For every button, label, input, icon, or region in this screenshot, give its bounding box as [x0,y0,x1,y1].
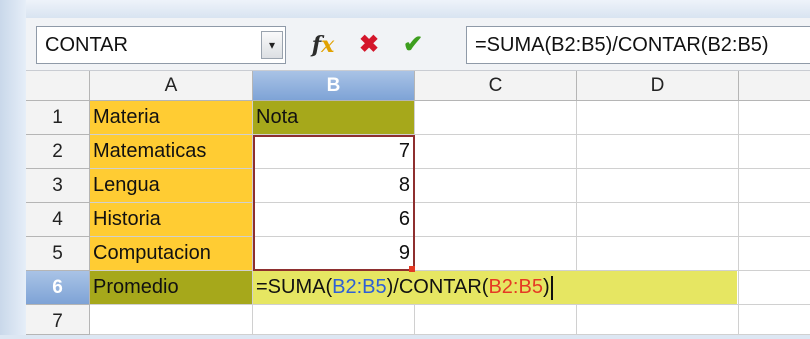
cell-d1[interactable] [577,101,739,135]
row-header-4[interactable]: 4 [26,203,90,237]
formula-part-count: )/CONTAR( [386,276,489,298]
cell-e4[interactable] [739,203,810,237]
cell-d3[interactable] [577,169,739,203]
cell-a4[interactable]: Historia [90,203,253,237]
column-header-a[interactable]: A [90,71,253,101]
name-box-dropdown-button[interactable]: ▾ [261,31,283,59]
window-edge [0,0,26,335]
row-header-2[interactable]: 2 [26,135,90,169]
formula-part-close: ) [542,276,550,298]
cell-b6-editor[interactable]: =SUMA(B2:B5)/CONTAR(B2:B5) [253,271,737,305]
cell-e3[interactable] [739,169,810,203]
cell-c3[interactable] [415,169,577,203]
column-header-e[interactable] [739,71,810,101]
cell-e7[interactable] [739,305,810,335]
formula-ref-range-2: B2:B5 [488,276,543,298]
range-resize-handle[interactable] [409,266,415,272]
formula-part-sum: =SUMA( [256,276,333,298]
cell-a2[interactable]: Matematicas [90,135,253,169]
row-header-1[interactable]: 1 [26,101,90,135]
row-header-7[interactable]: 7 [26,305,90,335]
cell-b4[interactable]: 6 [253,203,415,237]
cell-c7[interactable] [415,305,577,335]
cell-a6[interactable]: Promedio [90,271,253,305]
cell-b5[interactable]: 9 [253,237,415,271]
cell-c4[interactable] [415,203,577,237]
row-header-3[interactable]: 3 [26,169,90,203]
cell-a7[interactable] [90,305,253,335]
name-box[interactable]: CONTAR ▾ [36,26,286,64]
cell-d2[interactable] [577,135,739,169]
formula-input[interactable]: =SUMA(B2:B5)/CONTAR(B2:B5) [466,26,810,64]
cell-b2[interactable]: 7 [253,135,415,169]
column-header-d[interactable]: D [577,71,739,101]
chevron-down-icon: ▾ [268,38,276,52]
cell-b3[interactable]: 8 [253,169,415,203]
name-box-value: CONTAR [45,34,128,56]
cell-e2[interactable] [739,135,810,169]
cell-a3[interactable]: Lengua [90,169,253,203]
cell-d7[interactable] [577,305,739,335]
column-header-c[interactable]: C [415,71,577,101]
row-header-6[interactable]: 6 [26,271,90,305]
cell-e5[interactable] [739,237,810,271]
cell-d4[interactable] [577,203,739,237]
cancel-icon[interactable]: ✖ [354,30,384,60]
accept-icon[interactable]: ✔ [398,30,428,60]
cell-a5[interactable]: Computacion [90,237,253,271]
cell-c1[interactable] [415,101,577,135]
cell-e6[interactable] [739,271,810,305]
window-background [0,0,810,20]
cell-e1[interactable] [739,101,810,135]
cell-b7[interactable] [253,305,415,335]
select-all-corner[interactable] [26,71,90,101]
formula-ref-range-1: B2:B5 [332,276,387,298]
row-header-5[interactable]: 5 [26,237,90,271]
text-cursor [550,275,553,300]
cell-c2[interactable] [415,135,577,169]
cell-b1[interactable]: Nota [253,101,415,135]
spreadsheet-grid: A B C D 1 2 3 4 5 6 7 Materia Nota Matem… [26,71,810,335]
function-wizard-icon[interactable]: fx [308,30,338,60]
formula-toolbar: CONTAR ▾ fx ✖ ✔ =SUMA(B2:B5)/CONTAR(B2:B… [26,18,810,71]
column-header-b[interactable]: B [253,71,415,101]
cell-c5[interactable] [415,237,577,271]
cell-a1[interactable]: Materia [90,101,253,135]
cell-d5[interactable] [577,237,739,271]
